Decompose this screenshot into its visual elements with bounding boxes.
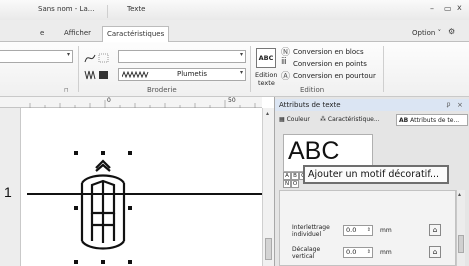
chevron-down-icon: ▾: [66, 51, 70, 58]
char-cell-b[interactable]: B: [291, 172, 299, 180]
zigzag-icon: [122, 71, 149, 79]
pin-icon[interactable]: ᵱ: [447, 99, 450, 111]
scroll-thumb[interactable]: [458, 235, 464, 253]
ruler-ticks: [29, 100, 256, 108]
spin-arrows-icon[interactable]: ⇕: [367, 248, 371, 257]
monogram-abc[interactable]: [70, 143, 136, 266]
ruler-label-0: 0: [107, 97, 111, 104]
decalage-value: 0.0: [346, 248, 357, 256]
color-icon: ▦: [279, 116, 285, 123]
edit-text-label[interactable]: Edition: [255, 71, 278, 79]
scroll-up-icon[interactable]: ▴: [266, 110, 269, 117]
panel-tab-caracteristiques[interactable]: ⁂ Caractéristique...: [318, 114, 382, 126]
stitch-icon: ⁂: [320, 116, 326, 123]
group-label-broderie: Broderie: [147, 86, 177, 94]
reset-icon[interactable]: ⌂: [429, 246, 441, 258]
font-dropdown[interactable]: ▾: [0, 50, 73, 63]
vertical-scrollbar[interactable]: ▴: [262, 108, 274, 266]
panel-tab-attributs-label: Attributs de te...: [410, 117, 460, 124]
title-bar: Sans nom - La... Texte – ▭ x: [0, 0, 469, 20]
convert-outline-button[interactable]: Conversion en pourtour: [293, 72, 376, 80]
option-menu[interactable]: Option ˅: [412, 29, 441, 37]
scroll-thumb[interactable]: [265, 238, 272, 260]
edit-text-icon[interactable]: ABC: [256, 48, 276, 68]
chevron-down-icon: ▾: [239, 69, 243, 76]
stitch-type-dropdown[interactable]: Plumetis ▾: [118, 68, 246, 81]
outline-icon: Ⓐ: [281, 72, 291, 82]
maximize-button[interactable]: ▭: [444, 4, 452, 13]
char-cell-n[interactable]: N: [283, 180, 291, 188]
tab-caracteristiques[interactable]: Caractéristiques: [102, 26, 170, 42]
panel-tab-couleur-label: Couleur: [286, 116, 310, 123]
line-sew-dropdown[interactable]: ▾: [118, 50, 246, 63]
window-title: Sans nom - La...: [38, 5, 95, 13]
preview-text: ABC: [288, 137, 340, 165]
add-decorative-motif-button[interactable]: Ajouter un motif décoratif...: [303, 165, 449, 184]
title-divider: [107, 5, 108, 18]
fill-stitch-icon[interactable]: [84, 69, 112, 81]
ribbon-separator: [250, 46, 251, 92]
panel-title: Attributs de texte: [279, 101, 341, 109]
convert-blocks-button[interactable]: Conversion en blocs: [293, 48, 364, 56]
option-label: Option: [412, 29, 436, 37]
horizontal-ruler: 0 50: [0, 97, 262, 108]
interlettrage-value: 0.0: [346, 226, 357, 234]
close-icon[interactable]: ×: [457, 99, 463, 111]
tab-partial[interactable]: e: [36, 26, 48, 42]
stitch-type-value: Plumetis: [177, 70, 208, 78]
interlettrage-input[interactable]: 0.0 ⇕: [343, 225, 373, 236]
edit-text-label-2[interactable]: texte: [258, 79, 275, 87]
panel-tab-attributs[interactable]: AB Attributs de te...: [396, 114, 468, 126]
stitch-points-icon: ⅲ: [281, 57, 287, 67]
convert-points-button[interactable]: Conversion en points: [293, 60, 367, 68]
reset-icon[interactable]: ⌂: [429, 224, 441, 236]
char-cell-a[interactable]: A: [283, 172, 291, 180]
context-title: Texte: [127, 5, 146, 13]
spin-arrows-icon[interactable]: ⇕: [367, 226, 371, 235]
prop-label-interlettrage: Interlettrage individuel: [292, 224, 330, 238]
decalage-input[interactable]: 0.0 ⇕: [343, 247, 373, 258]
ribbon-separator: [383, 46, 384, 92]
page-edge: [20, 108, 21, 266]
stitch-line-icon[interactable]: [84, 52, 112, 64]
prop-unit-decalage: mm: [380, 249, 392, 256]
callout-number: 1: [4, 184, 12, 200]
dialog-launcher-icon[interactable]: ⊓: [64, 87, 69, 94]
ab-icon: AB: [399, 117, 409, 124]
help-icon[interactable]: ⚙: [448, 27, 455, 36]
ribbon: ▾ ▾ Plumetis ▾ Broderie ⊓ ABC Edition te…: [0, 42, 469, 97]
ruler-label-50: 50: [228, 97, 236, 104]
tab-afficher[interactable]: Afficher: [60, 26, 95, 42]
panel-title-bar: Attributs de texte ᵱ ×: [275, 99, 469, 111]
chevron-down-icon: ▾: [239, 51, 243, 58]
chevron-down-icon: ˅: [437, 29, 442, 37]
scroll-up-icon[interactable]: ▴: [458, 191, 461, 198]
close-button[interactable]: x: [457, 3, 462, 12]
prop-label-decalage: Décalage vertical: [292, 246, 321, 260]
group-label-edition: Edition: [300, 86, 325, 94]
panel-scrollbar[interactable]: ▴: [456, 190, 465, 266]
prop-unit-interlettrage: mm: [380, 227, 392, 234]
ribbon-tab-bar: e Afficher Caractéristiques Option ˅ ⚙: [0, 20, 469, 42]
panel-tab-couleur[interactable]: ▦ Couleur: [277, 114, 312, 126]
char-cell-o[interactable]: O: [291, 180, 299, 188]
panel-tab-caracteristiques-label: Caractéristique...: [327, 116, 380, 123]
ribbon-separator: [78, 46, 79, 92]
minimize-button[interactable]: –: [430, 4, 434, 13]
